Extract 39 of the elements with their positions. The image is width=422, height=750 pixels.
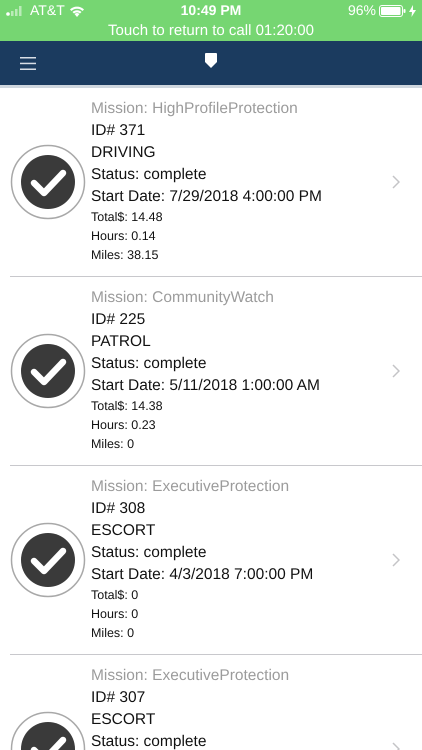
start-date: Start Date: 4/3/2018 7:00:00 PM xyxy=(91,565,314,585)
shield-logo-icon xyxy=(205,53,217,68)
mission-type: ESCORT xyxy=(91,710,156,730)
chevron-right-icon[interactable] xyxy=(392,364,400,378)
miles-value: Miles: 0 xyxy=(91,625,136,642)
wifi-icon xyxy=(68,4,85,16)
total-amount: Total$: 0 xyxy=(91,587,140,604)
mission-status: Status: complete xyxy=(91,732,208,750)
mission-title: Mission: HighProfileProtection xyxy=(91,99,299,119)
miles-value: Miles: 0 xyxy=(91,436,136,453)
chevron-right-icon[interactable] xyxy=(392,553,400,567)
mission-status: Status: complete xyxy=(91,543,208,563)
battery-icon xyxy=(379,4,406,16)
mission-title: Mission: ExecutiveProtection xyxy=(91,477,290,497)
mission-status: Status: complete xyxy=(91,354,208,374)
mission-status: Status: complete xyxy=(91,165,208,185)
total-amount: Total$: 14.48 xyxy=(91,209,164,226)
mission-id: ID# 371 xyxy=(91,121,146,141)
hours-value: Hours: 0 xyxy=(91,606,140,623)
mission-id: ID# 225 xyxy=(91,310,146,330)
miles-value: Miles: 38.15 xyxy=(91,247,160,264)
menu-icon[interactable] xyxy=(20,56,36,70)
mission-type: PATROL xyxy=(91,332,152,352)
start-date: Start Date: 5/11/2018 1:00:00 AM xyxy=(91,376,321,396)
mission-title: Mission: ExecutiveProtection xyxy=(91,666,290,686)
mission-title: Mission: CommunityWatch xyxy=(91,288,275,308)
mission-type: ESCORT xyxy=(91,521,156,541)
chevron-right-icon[interactable] xyxy=(392,175,400,189)
carrier-name: AT&T xyxy=(30,1,65,20)
start-date: Start Date: 7/29/2018 4:00:00 PM xyxy=(91,187,323,207)
mission-id: ID# 307 xyxy=(91,688,146,708)
clock-time: 10:49 PM xyxy=(180,1,242,20)
mission-id: ID# 308 xyxy=(91,499,146,519)
battery-percent: 96% xyxy=(348,1,376,20)
mission-type: DRIVING xyxy=(91,143,157,163)
total-amount: Total$: 14.38 xyxy=(91,398,164,415)
return-to-call-banner[interactable]: Touch to return to call 01:20:00 xyxy=(108,20,314,42)
hours-value: Hours: 0.23 xyxy=(91,417,157,434)
hours-value: Hours: 0.14 xyxy=(91,228,157,245)
